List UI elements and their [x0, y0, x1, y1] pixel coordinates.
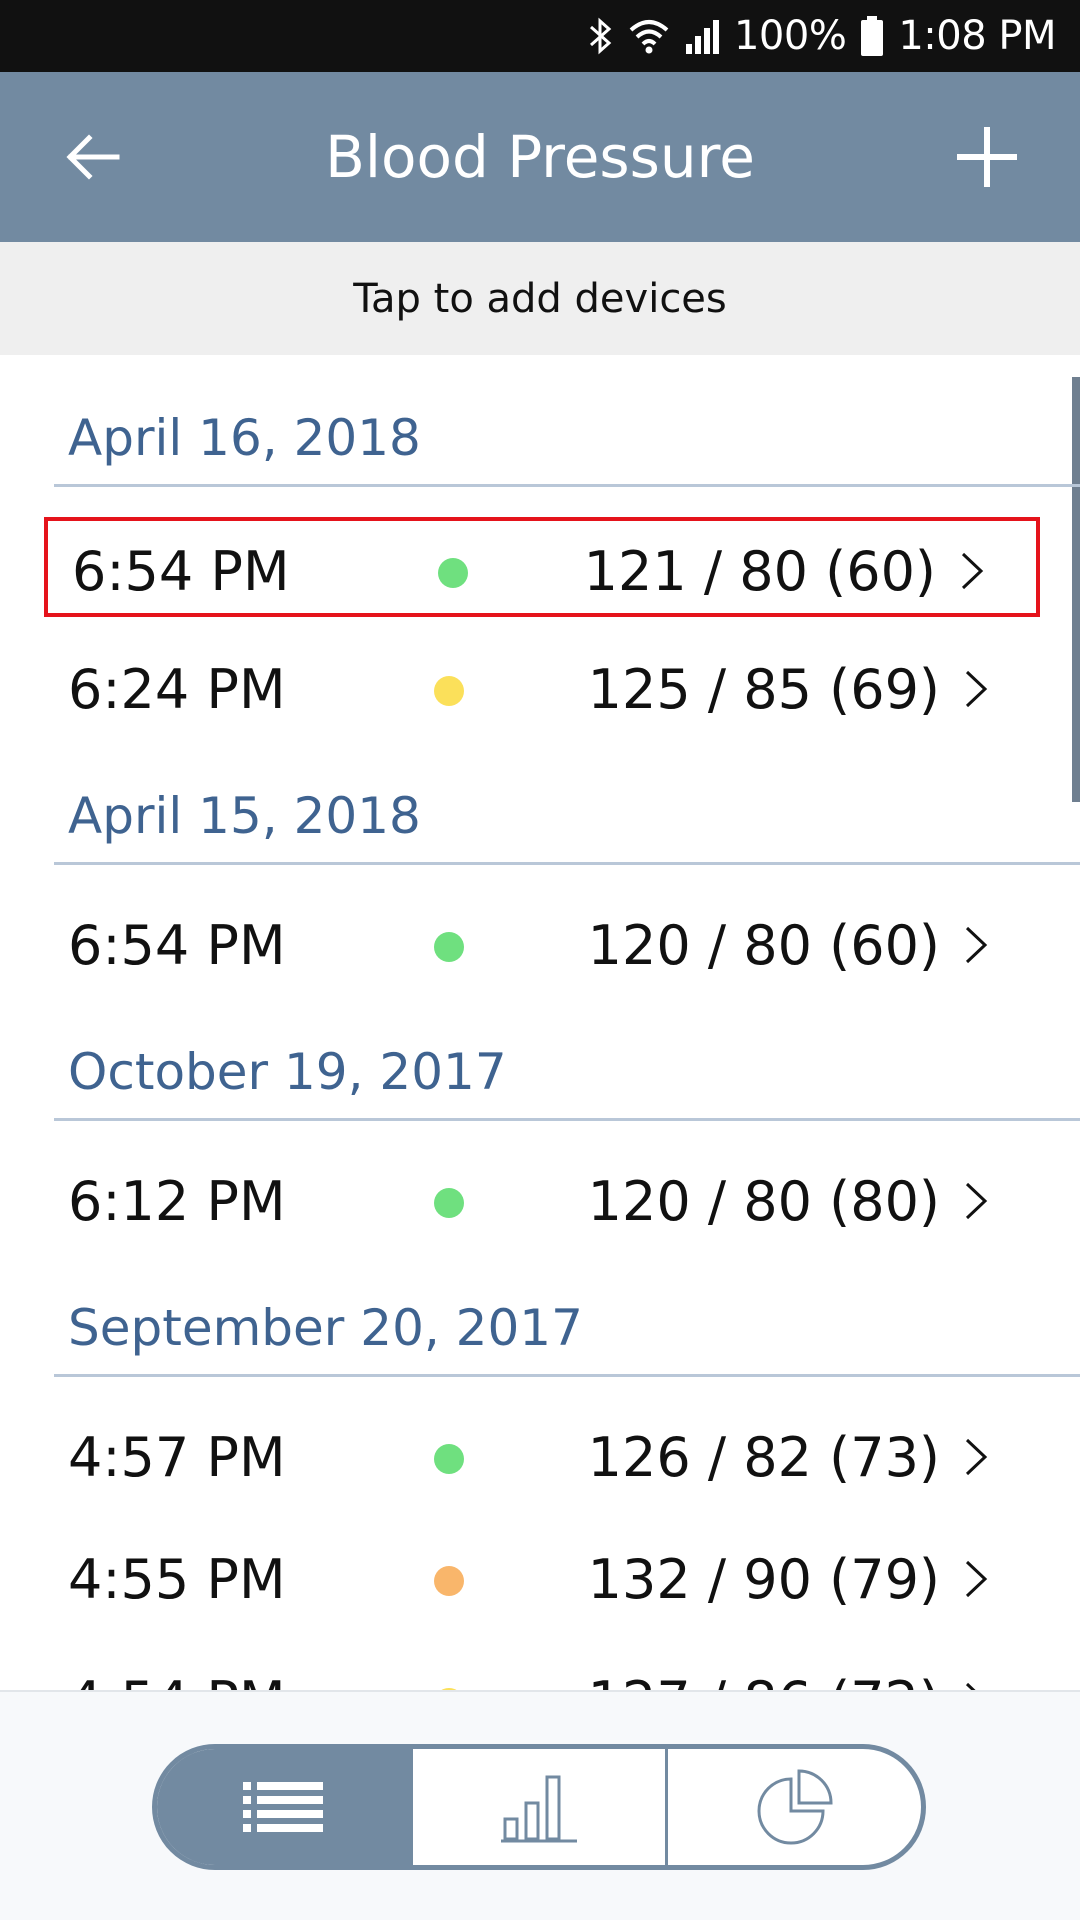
reading-row[interactable]: 4:55 PM 132 / 90 (79): [44, 1529, 1040, 1629]
app-bar: Blood Pressure: [0, 72, 1080, 242]
chevron-right-icon: [956, 1437, 996, 1477]
tab-list[interactable]: [157, 1749, 410, 1865]
date-header: April 15, 2018: [54, 733, 1080, 865]
status-dot-orange: [434, 1566, 464, 1596]
reading-time: 6:54 PM: [72, 539, 290, 603]
date-label: April 16, 2018: [68, 409, 421, 467]
status-bar: 100% 1:08 PM: [0, 0, 1080, 72]
reading-value: 121 / 80 (60): [583, 539, 936, 603]
wifi-icon: [628, 16, 670, 56]
page-title: Blood Pressure: [325, 123, 755, 191]
pie-chart-icon: [757, 1769, 833, 1845]
reading-row[interactable]: 6:54 PM 121 / 80 (60): [44, 517, 1040, 617]
date-label: October 19, 2017: [68, 1043, 507, 1101]
signal-icon: [684, 16, 720, 56]
chevron-right-icon: [956, 1681, 996, 1690]
reading-row[interactable]: 6:12 PM 120 / 80 (80): [44, 1151, 1040, 1251]
tab-summary[interactable]: [665, 1749, 921, 1865]
add-reading-button[interactable]: [944, 114, 1030, 200]
bar-chart-icon: [501, 1775, 577, 1843]
view-switcher: [152, 1744, 926, 1870]
reading-time: 4:57 PM: [68, 1425, 286, 1489]
chevron-right-icon: [956, 669, 996, 709]
divider: [54, 484, 1080, 487]
reading-time: 4:54 PM: [68, 1651, 286, 1691]
tab-chart[interactable]: [409, 1749, 666, 1865]
reading-row[interactable]: 4:57 PM 126 / 82 (73): [44, 1407, 1040, 1507]
battery-icon: [860, 15, 884, 57]
date-header: September 20, 2017: [54, 1245, 1080, 1377]
reading-value: 120 / 80 (80): [587, 1169, 940, 1233]
date-label: September 20, 2017: [68, 1299, 583, 1357]
status-dot-green: [438, 558, 468, 588]
reading-time: 6:24 PM: [68, 657, 286, 721]
clock: 1:08 PM: [898, 13, 1056, 59]
reading-value: 127 / 86 (72): [588, 1651, 940, 1691]
readings-list[interactable]: April 16, 2018 6:54 PM 121 / 80 (60) 6:2…: [0, 355, 1080, 1690]
divider: [54, 1118, 1080, 1121]
reading-value: 126 / 82 (73): [587, 1425, 940, 1489]
chevron-right-icon: [956, 1181, 996, 1221]
chevron-right-icon: [956, 925, 996, 965]
date-label: April 15, 2018: [68, 787, 421, 845]
status-dot-green: [434, 1188, 464, 1218]
date-header: October 19, 2017: [54, 989, 1080, 1121]
add-devices-banner[interactable]: Tap to add devices: [0, 242, 1080, 355]
reading-time: 6:12 PM: [68, 1169, 286, 1233]
divider: [54, 1374, 1080, 1377]
battery-percent: 100%: [733, 13, 847, 59]
reading-row[interactable]: 6:54 PM 120 / 80 (60): [44, 895, 1040, 995]
date-header: April 16, 2018: [54, 355, 1080, 487]
bottom-bar: [0, 1690, 1080, 1920]
reading-row[interactable]: 4:54 PM 127 / 86 (72): [44, 1651, 1040, 1690]
reading-value: 132 / 90 (79): [587, 1547, 940, 1611]
reading-time: 6:54 PM: [68, 913, 286, 977]
chevron-right-icon: [956, 1559, 996, 1599]
chevron-right-icon: [952, 551, 992, 591]
status-dot-yellow: [434, 676, 464, 706]
reading-row[interactable]: 6:24 PM 125 / 85 (69): [44, 639, 1040, 739]
reading-value: 120 / 80 (60): [587, 913, 940, 977]
status-dot-green: [434, 1444, 464, 1474]
status-dot-green: [434, 932, 464, 962]
reading-value: 125 / 85 (69): [587, 657, 940, 721]
plus-icon: [957, 127, 1017, 187]
list-icon: [243, 1782, 324, 1832]
reading-time: 4:55 PM: [68, 1547, 286, 1611]
divider: [54, 862, 1080, 865]
bluetooth-icon: [588, 16, 614, 56]
